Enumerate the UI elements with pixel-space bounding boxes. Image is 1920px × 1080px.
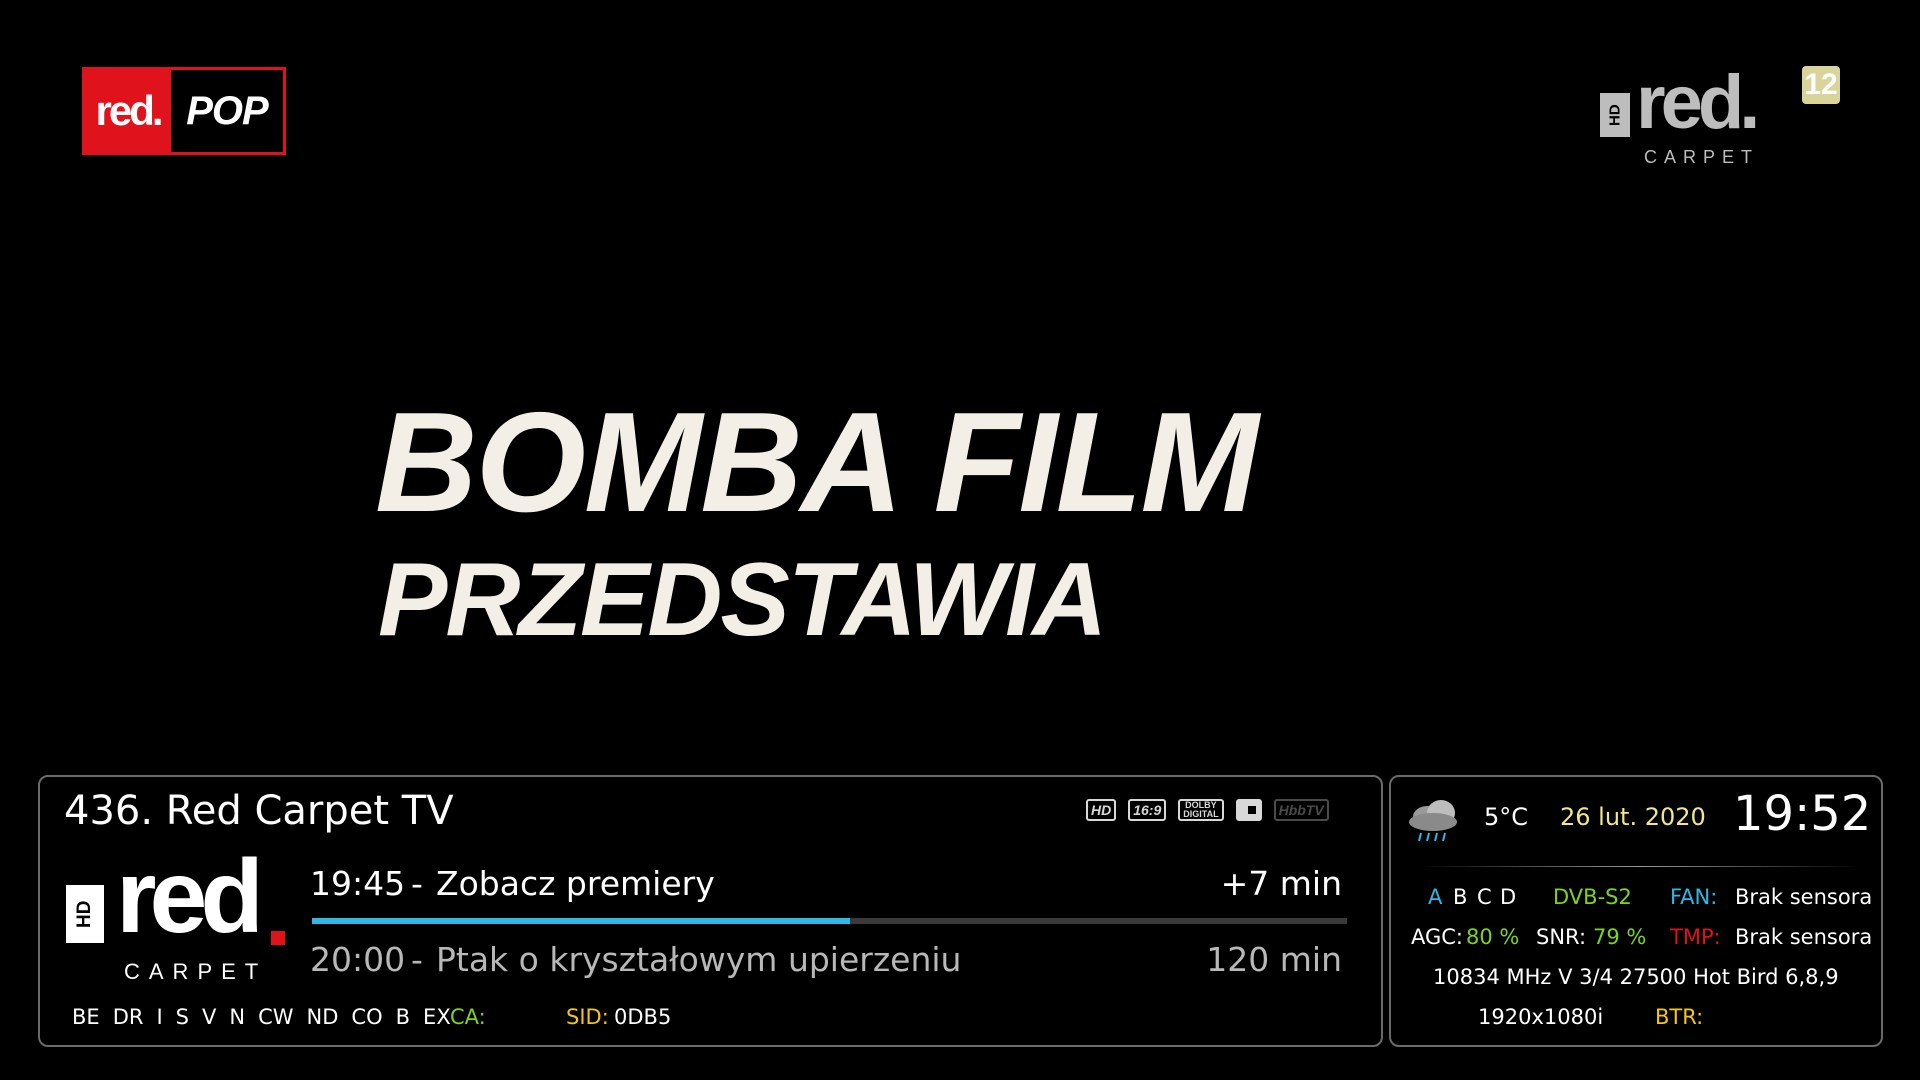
snr-value: 79 % [1593, 925, 1647, 949]
subtitles-icon [1235, 799, 1262, 821]
tv-screen: red. POP HD red. CARPET 12 BOMBA FILM PR… [0, 0, 1920, 1080]
cas-system-i: I [156, 1005, 163, 1029]
tuner-a: A [1428, 885, 1443, 909]
age-rating-badge: 12 [1802, 66, 1840, 104]
logo-subword: CARPET [1644, 147, 1760, 167]
panel-divider [1420, 866, 1860, 867]
delivery-system: DVB-S2 [1553, 885, 1632, 909]
next-event-title: Ptak o kryształowym upierzeniu [436, 940, 962, 979]
cas-system-be: BE [72, 1005, 100, 1029]
cas-system-co: CO [351, 1005, 383, 1029]
feature-icons: HD 16:9 DOLBY DIGITAL HbbTV [1086, 797, 1329, 823]
logo-subword: CARPET [124, 959, 268, 984]
red-pop-logo-left: red. [85, 70, 171, 152]
current-event-remaining: +7 min [1220, 864, 1342, 903]
dolby-icon-bottom: DIGITAL [1183, 809, 1219, 819]
tmp-label: TMP: [1670, 925, 1721, 949]
fan-label: FAN: [1670, 885, 1718, 909]
logo-word: red. [1636, 60, 1760, 145]
cas-system-b: B [395, 1005, 411, 1029]
channel-title: 436. Red Carpet TV [64, 788, 454, 834]
dolby-digital-icon: DOLBY DIGITAL [1178, 799, 1224, 821]
agc-label: AGC: [1411, 925, 1464, 949]
tuner-c: C [1477, 885, 1492, 909]
cas-system-v: V [202, 1005, 217, 1029]
ca-label: CA: [450, 1005, 486, 1029]
next-event-duration: 120 min [1206, 940, 1342, 979]
aspect-ratio-icon: 16:9 [1128, 799, 1167, 821]
hd-icon: HD [1086, 799, 1117, 821]
hd-badge: HD [1600, 93, 1630, 137]
cas-system-dr: DR [112, 1005, 144, 1029]
cas-systems-row: BE DR I S V N CW ND CO B EX [72, 1005, 464, 1029]
logo-word: red [116, 839, 264, 955]
current-event-separator: - [411, 864, 423, 903]
tuner-d: D [1500, 885, 1517, 909]
clock: 19:52 [1733, 786, 1872, 842]
red-pop-logo-right: POP [171, 70, 283, 152]
sid-value: 0DB5 [614, 1005, 672, 1029]
temperature: 5°C [1484, 803, 1529, 831]
tuner-b: B [1453, 885, 1468, 909]
event-progress-fill [312, 918, 851, 924]
current-event-time: 19:45 [310, 864, 406, 903]
cas-system-cw: CW [258, 1005, 294, 1029]
cas-system-ex: EX [423, 1005, 451, 1029]
event-progress-bar [312, 918, 1347, 924]
video-title-line-1: BOMBA FILM [375, 383, 1259, 542]
red-pop-logo: red. POP [82, 67, 286, 155]
hbbtv-icon: HbbTV [1273, 799, 1329, 821]
next-event-time: 20:00 [310, 940, 406, 979]
hd-badge: HD [66, 885, 104, 943]
snr-label: SNR: [1536, 925, 1587, 949]
date: 26 lut. 2020 [1560, 803, 1706, 831]
next-event-separator: - [411, 940, 423, 979]
tmp-value: Brak sensora [1735, 925, 1873, 949]
agc-value: 80 % [1466, 925, 1520, 949]
rain-cloud-icon [1409, 800, 1457, 842]
current-event-title: Zobacz premiery [436, 864, 715, 903]
logo-red-dot [271, 931, 285, 945]
cas-system-nd: ND [306, 1005, 339, 1029]
cas-system-s: S [175, 1005, 189, 1029]
channel-logo: HD red CARPET [66, 839, 296, 985]
video-title-line-2: PRZEDSTAWIA [378, 542, 1107, 658]
red-carpet-watermark-logo: HD red. CARPET [1600, 60, 1780, 175]
fan-value: Brak sensora [1735, 885, 1873, 909]
transponder-info: 10834 MHz V 3/4 27500 Hot Bird 6,8,9 [1433, 965, 1839, 989]
video-resolution: 1920x1080i [1478, 1005, 1604, 1029]
sid-label: SID: [566, 1005, 609, 1029]
cas-system-n: N [229, 1005, 246, 1029]
bitrate-label: BTR: [1655, 1005, 1704, 1029]
